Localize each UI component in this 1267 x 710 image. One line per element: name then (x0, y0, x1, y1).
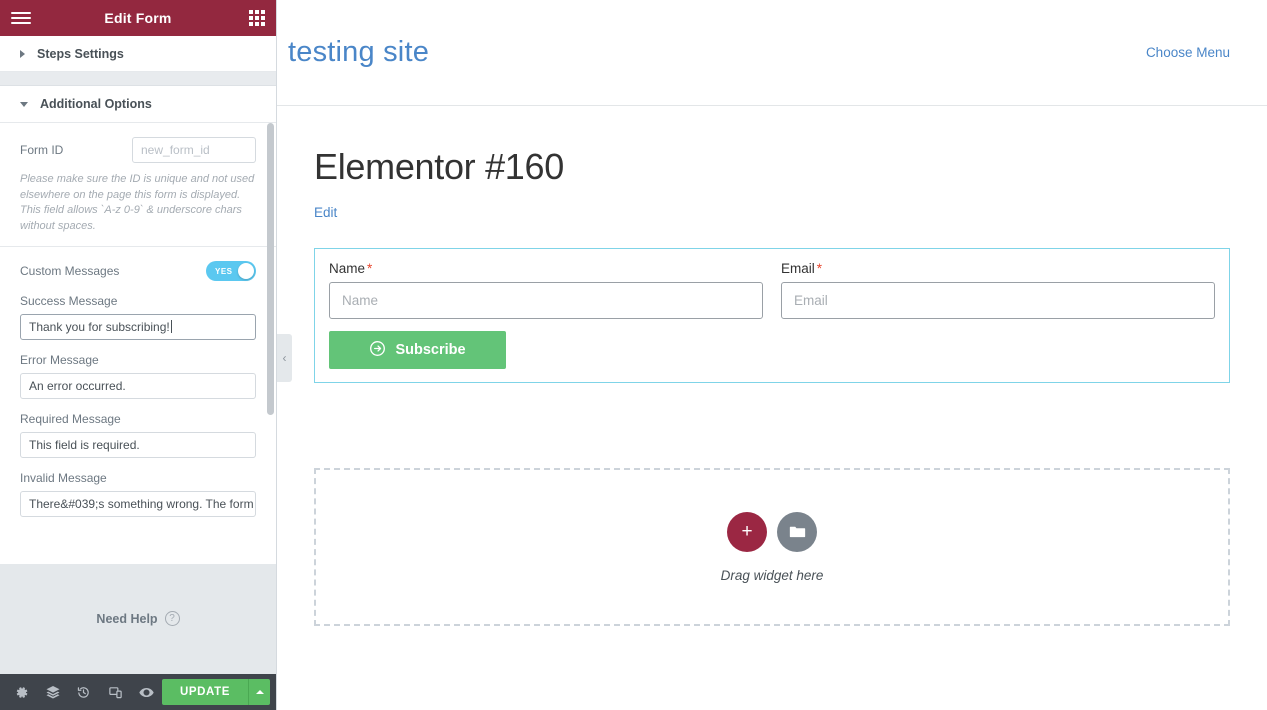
panel-scroll-area: Form ID Please make sure the ID is uniqu… (0, 123, 276, 564)
panel-collapse-handle[interactable]: ‹ (277, 334, 292, 382)
responsive-mode-icon[interactable] (100, 674, 131, 710)
editor-panel: Edit Form Steps Settings Additional Opti… (0, 0, 277, 710)
add-template-button[interactable] (777, 511, 817, 552)
text-caret (170, 320, 172, 333)
elementor-editor: Edit Form Steps Settings Additional Opti… (0, 0, 1267, 710)
name-field-label: Name * (329, 261, 373, 276)
preview-eye-icon[interactable] (131, 674, 162, 710)
sidebar-section-steps-settings[interactable]: Steps Settings (0, 36, 276, 72)
section-label: Steps Settings (37, 46, 124, 61)
arrow-circle-right-icon (369, 340, 386, 361)
custom-messages-control: Custom Messages YES (0, 247, 276, 281)
form-field-name: Name * (329, 261, 763, 319)
form-id-help-text: Please make sure the ID is unique and no… (20, 173, 255, 232)
form-id-input[interactable] (132, 137, 256, 163)
layers-icon[interactable] (37, 674, 68, 710)
page-title: Elementor #160 (314, 146, 564, 187)
email-input[interactable] (781, 282, 1215, 319)
site-title[interactable]: testing site (288, 36, 429, 69)
add-widget-button[interactable]: + (727, 511, 767, 552)
section-label: Additional Options (40, 97, 152, 111)
panel-title: Edit Form (104, 10, 172, 26)
widget-dropzone[interactable]: + Drag widget here (314, 468, 1230, 626)
gear-icon[interactable] (6, 674, 37, 710)
hamburger-icon[interactable] (11, 12, 31, 24)
invalid-message-field: Invalid Message There&#039;s something w… (0, 471, 276, 517)
invalid-message-label: Invalid Message (20, 471, 107, 485)
form-id-control: Form ID Please make sure the ID is uniqu… (0, 123, 276, 246)
success-message-field: Success Message Thank you for subscribin… (0, 294, 276, 340)
dropzone-label: Drag widget here (720, 567, 824, 583)
error-message-field: Error Message An error occurred. (0, 353, 276, 399)
question-circle-icon: ? (164, 611, 180, 626)
required-message-label: Required Message (20, 412, 121, 426)
success-message-input[interactable]: Thank you for subscribing! (20, 314, 256, 340)
form-widget[interactable]: Name* Email* Subscribe (314, 248, 1230, 383)
form-field-email: Email * (781, 261, 1215, 319)
toggle-value: YES (215, 266, 233, 276)
update-button-group: UPDATE (161, 679, 270, 705)
grid-apps-icon[interactable] (249, 10, 265, 26)
caret-up-icon (255, 690, 264, 694)
dropzone-buttons: + (727, 511, 817, 552)
need-help-button[interactable]: Need Help ? (96, 611, 180, 626)
site-header: testing site Choose Menu (277, 0, 1267, 106)
chevron-down-icon (20, 101, 28, 107)
custom-messages-label: Custom Messages (20, 264, 120, 278)
panel-header: Edit Form (0, 0, 276, 36)
chevron-right-icon (20, 49, 25, 58)
success-message-label: Success Message (20, 294, 118, 308)
sidebar-section-additional-options[interactable]: Additional Options (0, 86, 276, 123)
chevron-left-icon: ‹ (282, 351, 287, 365)
panel-scrollbar[interactable] (267, 123, 274, 415)
invalid-message-value: There&#039;s something wrong. The form (29, 497, 254, 511)
edit-link[interactable]: Edit (314, 205, 337, 220)
form-submit-row: Subscribe (329, 331, 1215, 369)
need-help-area: Need Help ? (0, 564, 276, 674)
required-asterisk: * (367, 261, 373, 276)
choose-menu-link[interactable]: Choose Menu (1146, 45, 1230, 60)
success-message-value: Thank you for subscribing! (29, 320, 170, 334)
folder-icon (789, 526, 805, 537)
required-message-value: This field is required. (29, 438, 140, 452)
required-asterisk: * (816, 261, 823, 276)
need-help-label: Need Help (96, 611, 158, 626)
required-message-field: Required Message This field is required. (0, 412, 276, 458)
error-message-value: An error occurred. (29, 379, 126, 393)
error-message-label: Error Message (20, 353, 99, 367)
page-preview: testing site Choose Menu Elementor #160 … (277, 0, 1267, 710)
section-separator (0, 72, 276, 86)
subscribe-button-label: Subscribe (395, 342, 466, 358)
plus-icon: + (741, 521, 753, 542)
subscribe-button[interactable]: Subscribe (329, 331, 506, 369)
required-message-input[interactable]: This field is required. (20, 432, 256, 458)
invalid-message-input[interactable]: There&#039;s something wrong. The form (20, 491, 256, 517)
update-button[interactable]: UPDATE (161, 679, 248, 705)
name-input[interactable] (329, 282, 763, 319)
custom-messages-toggle[interactable]: YES (206, 261, 256, 281)
update-options-caret[interactable] (248, 679, 270, 705)
panel-footer-toolbar: UPDATE (0, 674, 276, 710)
history-icon[interactable] (68, 674, 99, 710)
toggle-knob (238, 263, 254, 279)
email-field-label: Email * (781, 261, 823, 276)
error-message-input[interactable]: An error occurred. (20, 373, 256, 399)
form-id-label: Form ID (20, 143, 64, 157)
page-body: Elementor #160 Edit Name* Email* Su (277, 106, 1267, 383)
